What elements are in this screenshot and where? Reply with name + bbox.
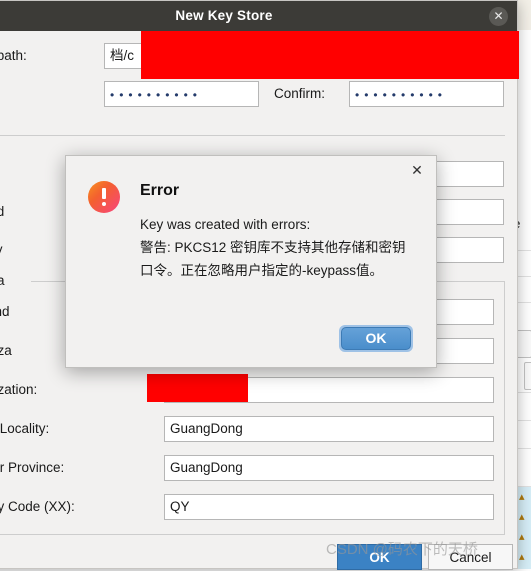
- error-ok-button[interactable]: OK: [339, 325, 413, 352]
- redaction-block-organization: [147, 374, 248, 402]
- cert-organizational-unit-label: Organiza: [0, 343, 12, 358]
- dialog-titlebar[interactable]: New Key Store ✕: [0, 1, 517, 31]
- cert-country-code-label: Country Code (XX):: [0, 499, 75, 514]
- key-password-label: Password: [0, 204, 5, 219]
- cert-city-label: City or Locality:: [0, 421, 50, 436]
- cert-organization-label: Organization:: [0, 382, 38, 397]
- background-field-b[interactable]: [524, 362, 531, 390]
- cert-state-input[interactable]: GuangDong: [164, 455, 494, 481]
- background-row-glyph: ▴: [519, 531, 525, 543]
- background-row-glyph: ▴: [519, 491, 525, 503]
- cert-country-code-input[interactable]: QY: [164, 494, 494, 520]
- cert-first-last-name-label: First and: [0, 304, 10, 319]
- key-store-path-label: ey store path:: [0, 48, 27, 63]
- dialog-title: New Key Store: [175, 8, 273, 23]
- background-row-glyph: ▴: [519, 511, 525, 523]
- key-group-separator: [0, 135, 505, 136]
- key-validity-label: Validity (y: [0, 237, 3, 263]
- certificate-group-label: Certifica: [0, 273, 9, 288]
- confirm-label: Confirm:: [274, 86, 326, 101]
- exclamation-dot: [102, 202, 106, 206]
- cert-state-label: State or Province:: [0, 460, 65, 475]
- confirm-password-input[interactable]: ••••••••••: [349, 81, 504, 107]
- exclamation-bar: [102, 188, 106, 199]
- error-title: Error: [140, 182, 180, 199]
- error-message: Key was created with errors: 警告: PKCS12 …: [140, 217, 406, 278]
- redaction-block-path: [141, 31, 519, 79]
- cert-city-input[interactable]: GuangDong: [164, 416, 494, 442]
- background-row-glyph: ▴: [519, 551, 525, 563]
- error-close-icon[interactable]: ✕: [408, 161, 426, 179]
- ok-button[interactable]: OK: [337, 544, 422, 570]
- close-icon[interactable]: ✕: [489, 7, 508, 26]
- error-exclamation-icon: [88, 181, 120, 213]
- error-ok-button-label[interactable]: OK: [341, 327, 411, 350]
- store-password-input[interactable]: ••••••••••: [104, 81, 259, 107]
- cancel-button[interactable]: Cancel: [428, 544, 513, 570]
